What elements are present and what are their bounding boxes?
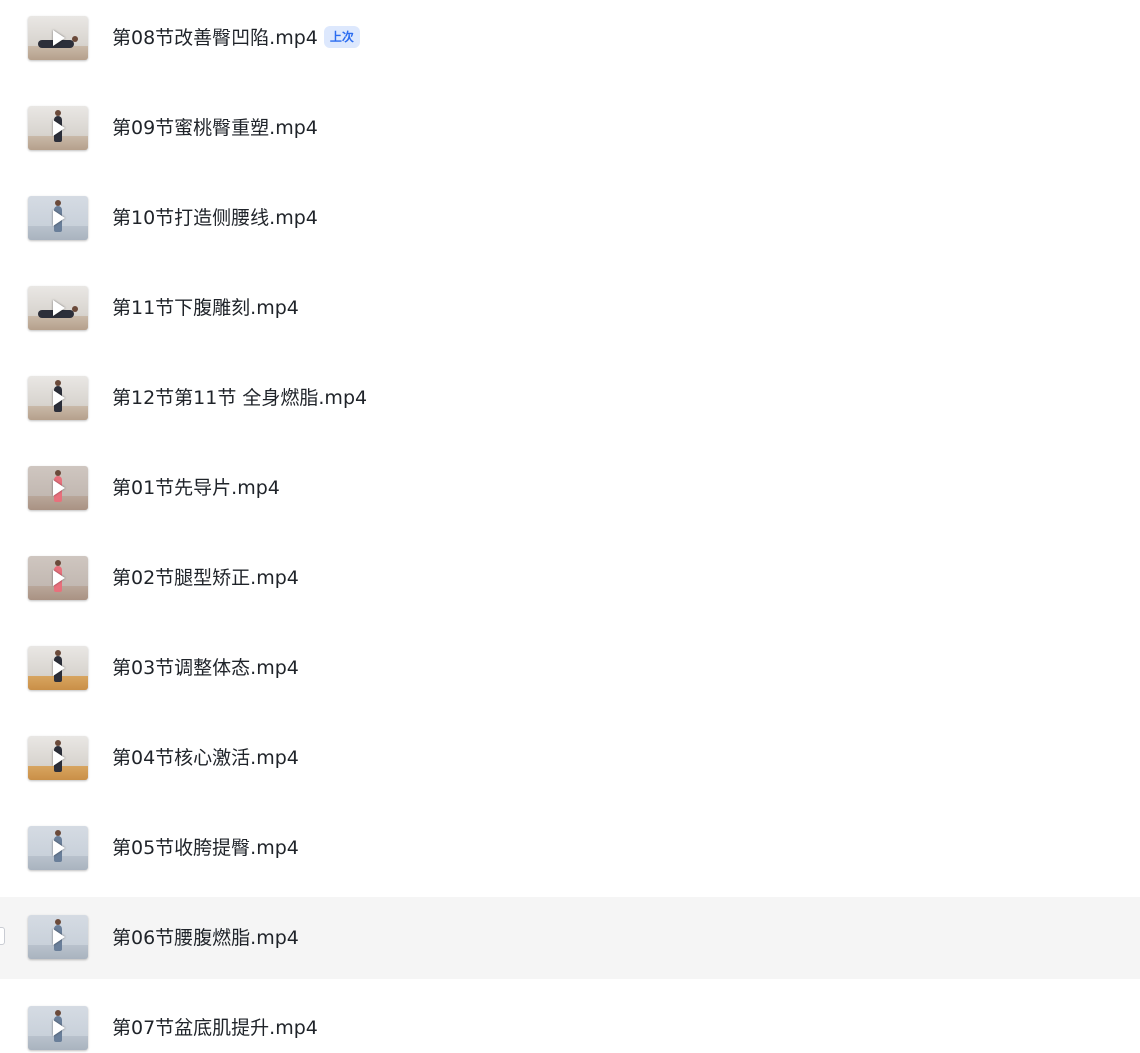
thumbnail-head bbox=[55, 560, 61, 566]
thumbnail-head bbox=[55, 740, 61, 746]
play-icon bbox=[53, 210, 65, 226]
file-name[interactable]: 第11节下腹雕刻.mp4 bbox=[112, 295, 299, 321]
thumbnail-floor bbox=[28, 316, 88, 330]
file-name[interactable]: 第03节调整体态.mp4 bbox=[112, 655, 299, 681]
video-thumbnail[interactable] bbox=[28, 376, 88, 420]
play-icon bbox=[53, 840, 65, 856]
video-thumbnail[interactable] bbox=[28, 106, 88, 150]
play-icon bbox=[53, 30, 65, 46]
play-icon bbox=[53, 929, 65, 945]
play-icon bbox=[53, 300, 65, 316]
thumbnail-head bbox=[55, 470, 61, 476]
file-name[interactable]: 第07节盆底肌提升.mp4 bbox=[112, 1015, 318, 1041]
video-thumbnail[interactable] bbox=[28, 556, 88, 600]
file-row[interactable]: 第04节核心激活.mp4 bbox=[0, 718, 1140, 798]
file-name[interactable]: 第10节打造侧腰线.mp4 bbox=[112, 205, 318, 231]
thumbnail-floor bbox=[28, 46, 88, 60]
last-viewed-badge: 上次 bbox=[323, 26, 360, 48]
file-row[interactable]: 第11节下腹雕刻.mp4 bbox=[0, 268, 1140, 348]
thumbnail-head bbox=[55, 830, 61, 836]
video-thumbnail[interactable] bbox=[28, 736, 88, 780]
video-thumbnail[interactable] bbox=[28, 466, 88, 510]
file-row[interactable]: 第08节改善臀凹陷.mp4 上次 bbox=[0, 0, 1140, 78]
video-thumbnail[interactable] bbox=[28, 16, 88, 60]
file-name[interactable]: 第01节先导片.mp4 bbox=[112, 475, 280, 501]
row-checkbox[interactable] bbox=[0, 927, 5, 945]
thumbnail-head bbox=[72, 306, 78, 312]
thumbnail-head bbox=[55, 110, 61, 116]
video-thumbnail[interactable] bbox=[28, 286, 88, 330]
file-name[interactable]: 第02节腿型矫正.mp4 bbox=[112, 565, 299, 591]
play-icon bbox=[53, 660, 65, 676]
file-name[interactable]: 第09节蜜桃臀重塑.mp4 bbox=[112, 115, 318, 141]
thumbnail-head bbox=[55, 650, 61, 656]
file-name[interactable]: 第06节腰腹燃脂.mp4 bbox=[112, 925, 299, 951]
thumbnail-head bbox=[55, 1010, 61, 1016]
thumbnail-head bbox=[55, 380, 61, 386]
file-name[interactable]: 第08节改善臀凹陷.mp4 上次 bbox=[112, 25, 360, 51]
video-thumbnail[interactable] bbox=[28, 1006, 88, 1050]
file-row[interactable]: 第05节收胯提臀.mp4 bbox=[0, 808, 1140, 888]
file-name[interactable]: 第05节收胯提臀.mp4 bbox=[112, 835, 299, 861]
file-row[interactable]: 第10节打造侧腰线.mp4 bbox=[0, 178, 1140, 258]
video-thumbnail[interactable] bbox=[28, 196, 88, 240]
file-name-text: 第08节改善臀凹陷.mp4 bbox=[112, 27, 318, 49]
file-list: 第08节改善臀凹陷.mp4 上次 第09节蜜桃臀重塑.mp4 第10节打造侧腰线.… bbox=[0, 0, 1140, 1053]
file-row[interactable]: 第01节先导片.mp4 bbox=[0, 448, 1140, 528]
thumbnail-head bbox=[55, 200, 61, 206]
file-row[interactable]: 第12节第11节 全身燃脂.mp4 bbox=[0, 358, 1140, 438]
play-icon bbox=[53, 480, 65, 496]
file-name[interactable]: 第12节第11节 全身燃脂.mp4 bbox=[112, 385, 367, 411]
video-thumbnail[interactable] bbox=[28, 646, 88, 690]
file-row[interactable]: 第03节调整体态.mp4 bbox=[0, 628, 1140, 708]
play-icon bbox=[53, 1020, 65, 1036]
video-thumbnail[interactable] bbox=[28, 915, 88, 959]
file-row[interactable]: 第09节蜜桃臀重塑.mp4 bbox=[0, 88, 1140, 168]
thumbnail-head bbox=[55, 919, 61, 925]
play-icon bbox=[53, 120, 65, 136]
file-name[interactable]: 第04节核心激活.mp4 bbox=[112, 745, 299, 771]
file-row[interactable]: 第02节腿型矫正.mp4 bbox=[0, 538, 1140, 618]
thumbnail-head bbox=[72, 36, 78, 42]
video-thumbnail[interactable] bbox=[28, 826, 88, 870]
file-row-hovered[interactable]: 第06节腰腹燃脂.mp4 bbox=[0, 897, 1140, 979]
play-icon bbox=[53, 750, 65, 766]
file-row[interactable]: 第07节盆底肌提升.mp4 bbox=[0, 988, 1140, 1053]
play-icon bbox=[53, 390, 65, 406]
play-icon bbox=[53, 570, 65, 586]
